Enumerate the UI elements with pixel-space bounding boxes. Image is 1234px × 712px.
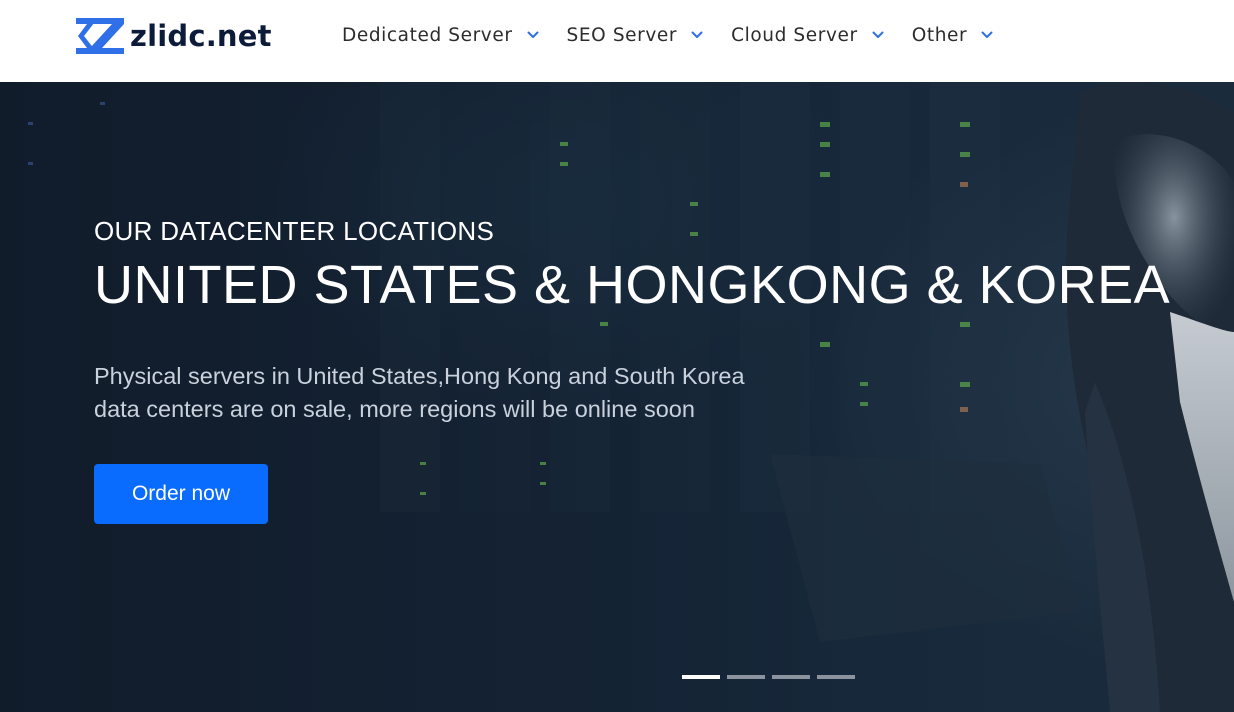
hero-banner: OUR DATACENTER LOCATIONS UNITED STATES &… [0, 82, 1234, 712]
site-logo[interactable]: zlidc.net [76, 17, 272, 55]
order-now-button[interactable]: Order now [94, 464, 268, 524]
zlidc-logo-icon [76, 18, 124, 54]
carousel-pagination [682, 675, 855, 679]
nav-item-dedicated-server[interactable]: Dedicated Server [342, 25, 539, 46]
nav-item-label: Cloud Server [731, 24, 858, 46]
hero-description-line-2: data centers are on sale, more regions w… [94, 396, 695, 422]
nav-item-other[interactable]: Other [912, 25, 994, 46]
hero-eyebrow: OUR DATACENTER LOCATIONS [94, 216, 495, 246]
carousel-dot-1[interactable] [682, 675, 720, 679]
chevron-down-icon [872, 31, 884, 38]
carousel-dot-4[interactable] [817, 675, 855, 679]
carousel-dot-3[interactable] [772, 675, 810, 679]
hero-title: UNITED STATES & HONGKONG & KOREA [94, 255, 1171, 315]
nav-item-label: SEO Server [566, 24, 678, 46]
chevron-down-icon [691, 31, 703, 38]
hero-description-line-1: Physical servers in United States,Hong K… [94, 363, 745, 389]
nav-item-label: Other [911, 24, 968, 46]
chevron-down-icon [527, 31, 539, 38]
nav-item-cloud-server[interactable]: Cloud Server [731, 25, 884, 46]
site-logo-text: zlidc.net [130, 19, 272, 53]
carousel-dot-2[interactable] [727, 675, 765, 679]
site-header: zlidc.net Dedicated Server SEO Server Cl… [0, 0, 1234, 82]
hero-description: Physical servers in United States,Hong K… [94, 360, 794, 426]
chevron-down-icon [981, 31, 993, 38]
nav-item-seo-server[interactable]: SEO Server [567, 25, 704, 46]
main-nav: Dedicated Server SEO Server Cloud Server… [342, 0, 1021, 70]
nav-item-label: Dedicated Server [342, 24, 513, 46]
